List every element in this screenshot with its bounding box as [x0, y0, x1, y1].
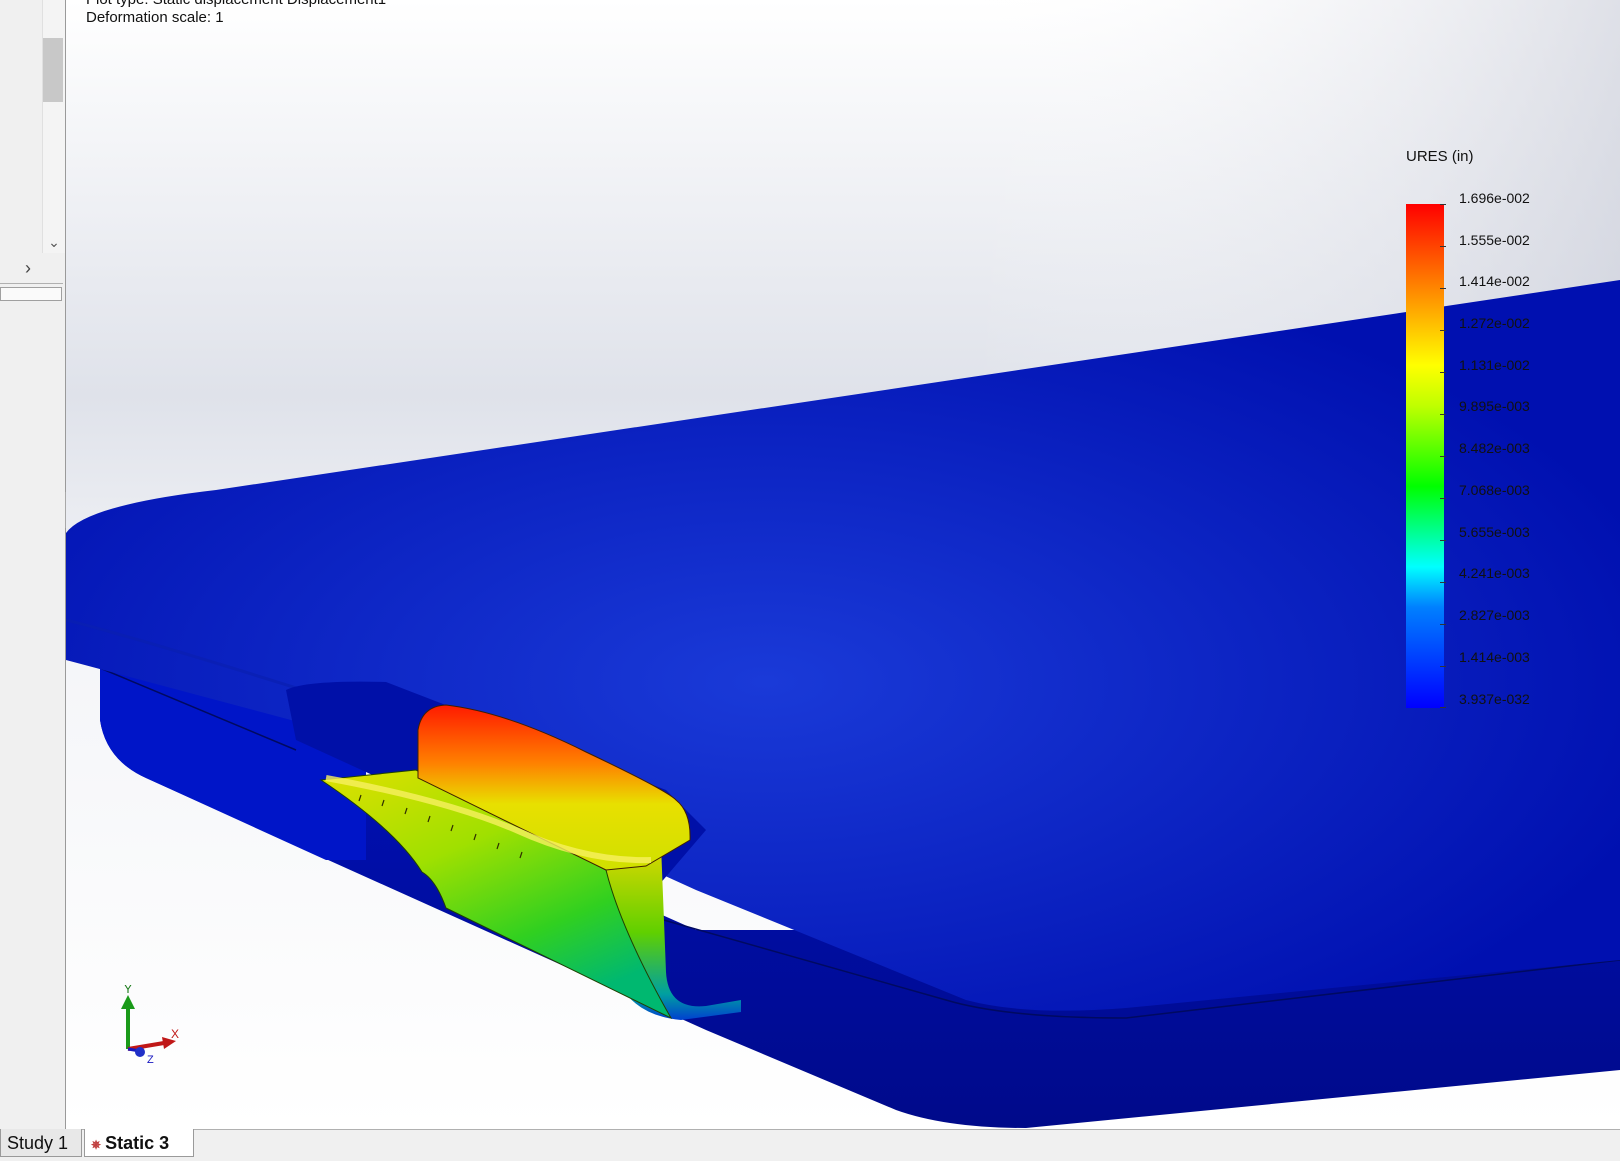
legend-tick [1440, 498, 1446, 499]
legend-value: 1.131e-002 [1459, 357, 1530, 373]
legend-tick [1440, 414, 1446, 415]
scrollbar-thumb[interactable] [43, 38, 63, 102]
legend-color-bar [1406, 204, 1444, 708]
legend-tick [1440, 330, 1446, 331]
axis-triad-icon: Y X Z [121, 985, 179, 1065]
model-render [66, 0, 1620, 1129]
legend-value: 9.895e-003 [1459, 398, 1530, 414]
study-static-icon: ✵ [91, 1138, 102, 1152]
legend-value: 1.414e-002 [1459, 273, 1530, 289]
legend-tick [1440, 624, 1446, 625]
legend-tick [1440, 582, 1446, 583]
tab-label: Static 3 [105, 1133, 170, 1153]
legend-value: 1.555e-002 [1459, 232, 1530, 248]
left-panel: ⌄ › [0, 0, 66, 1129]
axis-x-label: X [171, 1027, 179, 1041]
legend-value: 8.482e-003 [1459, 440, 1530, 456]
panel-filter-field[interactable] [0, 287, 62, 301]
axis-y-label: Y [124, 985, 132, 996]
legend-tick [1440, 707, 1446, 708]
legend-value: 4.241e-003 [1459, 565, 1530, 581]
study-tab-bar [0, 1129, 1620, 1161]
tab-label: Study 1 [7, 1133, 69, 1153]
plot-type-label: Plot type: Static displacement Displacem… [86, 0, 386, 8]
legend-tick [1440, 204, 1446, 205]
legend-value: 2.827e-003 [1459, 607, 1530, 623]
legend-value: 1.272e-002 [1459, 315, 1530, 331]
tab-static-3[interactable]: ✵ Static 3 [84, 1129, 194, 1157]
tab-study-1[interactable]: Study 1 [0, 1129, 82, 1157]
legend-value: 5.655e-003 [1459, 524, 1530, 540]
legend-tick [1440, 288, 1446, 289]
legend-tick [1440, 372, 1446, 373]
legend-value: 1.414e-003 [1459, 649, 1530, 665]
graphics-viewport[interactable] [66, 0, 1620, 1129]
legend-tick [1440, 456, 1446, 457]
chevron-right-icon[interactable]: › [18, 258, 38, 278]
legend-value: 3.937e-032 [1459, 691, 1530, 707]
legend-value: 7.068e-003 [1459, 482, 1530, 498]
panel-divider [0, 283, 63, 284]
legend-tick [1440, 540, 1446, 541]
axis-z-label: Z [147, 1054, 154, 1065]
chevron-down-icon[interactable]: ⌄ [44, 232, 64, 252]
deformation-scale-label: Deformation scale: 1 [86, 9, 224, 26]
legend-tick [1440, 246, 1446, 247]
legend-title: URES (in) [1406, 148, 1474, 165]
legend-value: 1.696e-002 [1459, 190, 1530, 206]
legend-tick [1440, 666, 1446, 667]
